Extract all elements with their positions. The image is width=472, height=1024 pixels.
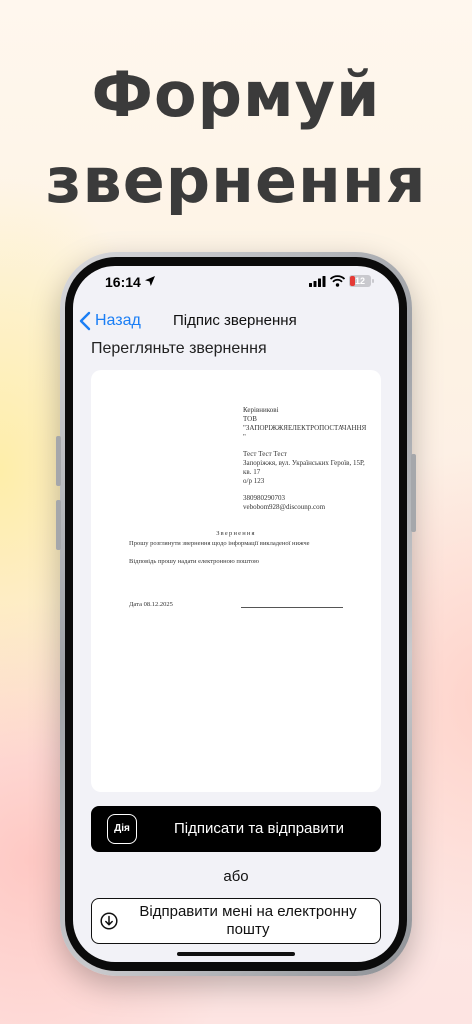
battery-tip [372,279,374,283]
sender-address: Запоріжжя, вул. Українських Героїв, 15Р,… [243,459,365,476]
back-label: Назад [95,312,141,329]
hero-line-1: Формуй [91,58,381,131]
document-preview[interactable]: Керівникові ТОВ "ЗАПОРІЖЖЯЕЛЕКТРОПОСТАЧА… [91,370,381,792]
location-arrow-icon [145,276,155,286]
document-recipient: Керівникові ТОВ "ЗАПОРІЖЖЯЕЛЕКТРОПОСТАЧА… [243,406,369,512]
nav-title: Підпис звернення [173,312,297,329]
battery-percent: 12 [354,276,365,286]
sign-and-send-button[interactable]: Дія Підписати та відправити [91,806,381,852]
sign-and-send-label: Підписати та відправити [174,820,344,837]
or-label: або [223,868,249,885]
diia-icon: Дія [107,814,137,844]
sender-email: vebobom928@discounp.com [243,503,326,511]
section-title: Перегляньте звернення [91,340,267,357]
send-to-email-label: Відправити мені на електронну пошту [139,903,357,938]
home-indicator [177,952,295,956]
send-to-email-button[interactable]: Відправити мені на електронну пошту [91,898,381,944]
recipient-line-2: ТОВ [243,415,257,423]
document-date: Дата 08.12.2025 [129,601,173,608]
signal-icon [309,276,326,287]
hero-title: Формуй звернення [0,52,472,224]
sender-name: Тест Тест Тест [243,450,287,458]
phone-screen: 16:14 12 Назад Підпис звернення Переглян… [73,266,399,962]
recipient-line-1: Керівникові [243,406,279,414]
phone-volume-up [56,436,61,486]
sender-account: о/р 123 [243,477,265,485]
phone-power-button [411,454,416,532]
status-time: 16:14 [105,274,141,290]
recipient-line-3: "ЗАПОРІЖЖЯЕЛЕКТРОПОСТАЧАННЯ" [243,424,367,441]
phone-volume-down [56,500,61,550]
download-icon [100,912,118,930]
document-body-line-1: Прошу розглянути звернення щодо інформац… [129,540,310,547]
sender-phone: 380980290703 [243,494,285,502]
status-bar: 16:14 12 [73,266,399,300]
signature-line [241,607,343,608]
back-button[interactable]: Назад [79,308,141,334]
document-heading: Звернення [216,530,256,537]
hero-line-2: звернення [45,144,427,217]
navigation-bar: Назад Підпис звернення [73,306,399,336]
battery-icon: 12 [349,275,371,287]
document-body-line-2: Відповідь прошу надати електронною пошто… [129,558,259,565]
chevron-left-icon [79,311,91,331]
wifi-icon [330,275,345,287]
